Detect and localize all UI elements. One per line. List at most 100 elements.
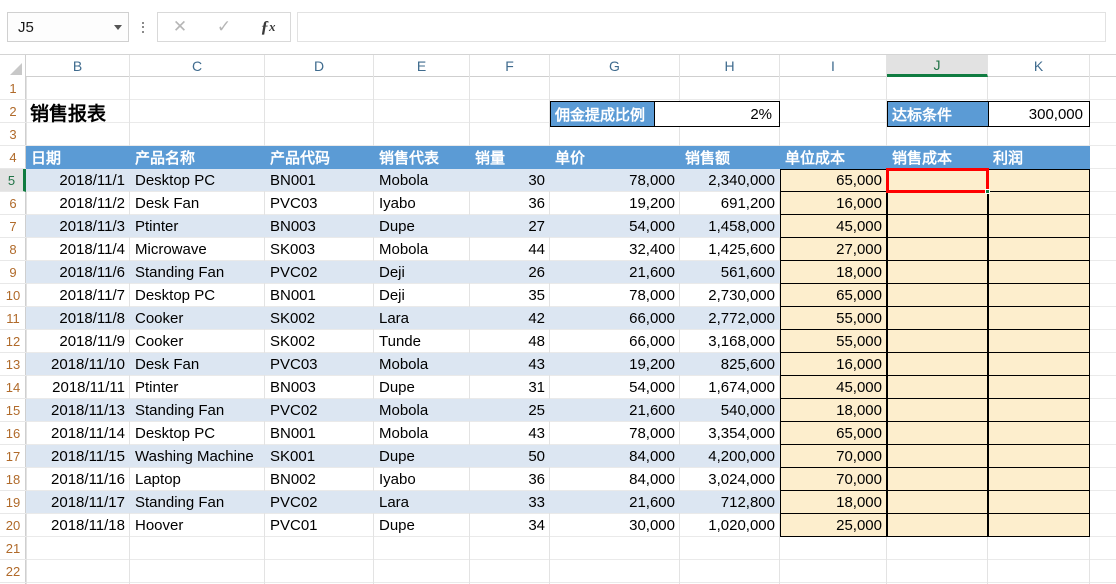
cell-H8[interactable]: 1,425,600 bbox=[680, 238, 780, 261]
cell-K12[interactable] bbox=[988, 330, 1090, 353]
cell-H10[interactable]: 2,730,000 bbox=[680, 284, 780, 307]
cell-E15[interactable]: Mobola bbox=[374, 399, 470, 422]
cell-F5[interactable]: 30 bbox=[470, 169, 550, 192]
row-header-7[interactable]: 7 bbox=[0, 215, 26, 238]
cell-K18[interactable] bbox=[988, 468, 1090, 491]
cell-B20[interactable]: 2018/11/18 bbox=[26, 514, 130, 537]
cell-K17[interactable] bbox=[988, 445, 1090, 468]
cell-I11[interactable]: 55,000 bbox=[780, 307, 887, 330]
cell-B13[interactable]: 2018/11/10 bbox=[26, 353, 130, 376]
cell-B11[interactable]: 2018/11/8 bbox=[26, 307, 130, 330]
cell-J7[interactable] bbox=[887, 215, 988, 238]
row-header-14[interactable]: 14 bbox=[0, 376, 26, 399]
fx-insert-function-icon[interactable]: ƒx bbox=[248, 13, 288, 41]
cell-K7[interactable] bbox=[988, 215, 1090, 238]
cell-D6[interactable]: PVC03 bbox=[265, 192, 374, 215]
chevron-down-icon[interactable] bbox=[114, 24, 122, 30]
cell-D9[interactable]: PVC02 bbox=[265, 261, 374, 284]
cell-H19[interactable]: 712,800 bbox=[680, 491, 780, 514]
cell-E19[interactable]: Lara bbox=[374, 491, 470, 514]
column-header-G[interactable]: G bbox=[550, 55, 680, 77]
cell-G5[interactable]: 78,000 bbox=[550, 169, 680, 192]
cell-G17[interactable]: 84,000 bbox=[550, 445, 680, 468]
row-header-15[interactable]: 15 bbox=[0, 399, 26, 422]
cell-C14[interactable]: Ptinter bbox=[130, 376, 265, 399]
cell-E11[interactable]: Lara bbox=[374, 307, 470, 330]
row-header-2[interactable]: 2 bbox=[0, 100, 26, 123]
cell-G19[interactable]: 21,600 bbox=[550, 491, 680, 514]
cell-H5[interactable]: 2,340,000 bbox=[680, 169, 780, 192]
cell-I19[interactable]: 18,000 bbox=[780, 491, 887, 514]
cell-F7[interactable]: 27 bbox=[470, 215, 550, 238]
cell-J13[interactable] bbox=[887, 353, 988, 376]
cell-J8[interactable] bbox=[887, 238, 988, 261]
row-header-20[interactable]: 20 bbox=[0, 514, 26, 537]
cell-D8[interactable]: SK003 bbox=[265, 238, 374, 261]
cell-E6[interactable]: Iyabo bbox=[374, 192, 470, 215]
sheet-cells[interactable]: 销售报表 佣金提成比例 2% 达标条件 300,000 日期 产品名称 产品代码 销售代表 销量 单… bbox=[26, 77, 1116, 584]
cell-K13[interactable] bbox=[988, 353, 1090, 376]
cell-E8[interactable]: Mobola bbox=[374, 238, 470, 261]
cell-G16[interactable]: 78,000 bbox=[550, 422, 680, 445]
cell-E12[interactable]: Tunde bbox=[374, 330, 470, 353]
row-header-5[interactable]: 5 bbox=[0, 169, 26, 192]
cell-C5[interactable]: Desktop PC bbox=[130, 169, 265, 192]
cell-D5[interactable]: BN001 bbox=[265, 169, 374, 192]
select-all-corner[interactable] bbox=[0, 55, 26, 77]
cell-H9[interactable]: 561,600 bbox=[680, 261, 780, 284]
cell-C15[interactable]: Standing Fan bbox=[130, 399, 265, 422]
cell-D18[interactable]: BN002 bbox=[265, 468, 374, 491]
column-header-J[interactable]: J bbox=[887, 55, 988, 77]
row-header-1[interactable]: 1 bbox=[0, 77, 26, 100]
column-header-I[interactable]: I bbox=[780, 55, 887, 77]
cell-D16[interactable]: BN001 bbox=[265, 422, 374, 445]
row-header-16[interactable]: 16 bbox=[0, 422, 26, 445]
cell-K11[interactable] bbox=[988, 307, 1090, 330]
commission-rate-value[interactable]: 2% bbox=[655, 102, 778, 126]
row-header-13[interactable]: 13 bbox=[0, 353, 26, 376]
cell-G10[interactable]: 78,000 bbox=[550, 284, 680, 307]
cell-B17[interactable]: 2018/11/15 bbox=[26, 445, 130, 468]
cell-C12[interactable]: Cooker bbox=[130, 330, 265, 353]
cell-G11[interactable]: 66,000 bbox=[550, 307, 680, 330]
cell-D10[interactable]: BN001 bbox=[265, 284, 374, 307]
cell-D17[interactable]: SK001 bbox=[265, 445, 374, 468]
row-header-8[interactable]: 8 bbox=[0, 238, 26, 261]
cell-K6[interactable] bbox=[988, 192, 1090, 215]
cell-D7[interactable]: BN003 bbox=[265, 215, 374, 238]
cell-B19[interactable]: 2018/11/17 bbox=[26, 491, 130, 514]
cell-F10[interactable]: 35 bbox=[470, 284, 550, 307]
cell-F14[interactable]: 31 bbox=[470, 376, 550, 399]
cell-H14[interactable]: 1,674,000 bbox=[680, 376, 780, 399]
cell-J19[interactable] bbox=[887, 491, 988, 514]
cell-D20[interactable]: PVC01 bbox=[265, 514, 374, 537]
cell-J17[interactable] bbox=[887, 445, 988, 468]
cell-K19[interactable] bbox=[988, 491, 1090, 514]
row-header-11[interactable]: 11 bbox=[0, 307, 26, 330]
column-header-C[interactable]: C bbox=[130, 55, 265, 77]
row-header-10[interactable]: 10 bbox=[0, 284, 26, 307]
cell-F11[interactable]: 42 bbox=[470, 307, 550, 330]
cell-D15[interactable]: PVC02 bbox=[265, 399, 374, 422]
row-header-21[interactable]: 21 bbox=[0, 537, 26, 560]
cell-K9[interactable] bbox=[988, 261, 1090, 284]
cell-G20[interactable]: 30,000 bbox=[550, 514, 680, 537]
cell-F17[interactable]: 50 bbox=[470, 445, 550, 468]
cell-B14[interactable]: 2018/11/11 bbox=[26, 376, 130, 399]
row-header-4[interactable]: 4 bbox=[0, 146, 26, 169]
cell-C13[interactable]: Desk Fan bbox=[130, 353, 265, 376]
cell-F9[interactable]: 26 bbox=[470, 261, 550, 284]
cell-K14[interactable] bbox=[988, 376, 1090, 399]
cell-I18[interactable]: 70,000 bbox=[780, 468, 887, 491]
cell-J12[interactable] bbox=[887, 330, 988, 353]
cell-K10[interactable] bbox=[988, 284, 1090, 307]
cell-K15[interactable] bbox=[988, 399, 1090, 422]
cell-C18[interactable]: Laptop bbox=[130, 468, 265, 491]
close-x-icon[interactable]: ✕ bbox=[160, 13, 200, 41]
cell-E9[interactable]: Deji bbox=[374, 261, 470, 284]
cell-I20[interactable]: 25,000 bbox=[780, 514, 887, 537]
cell-J10[interactable] bbox=[887, 284, 988, 307]
cell-D12[interactable]: SK002 bbox=[265, 330, 374, 353]
formula-bar-overflow-button[interactable] bbox=[129, 12, 157, 42]
cell-C9[interactable]: Standing Fan bbox=[130, 261, 265, 284]
